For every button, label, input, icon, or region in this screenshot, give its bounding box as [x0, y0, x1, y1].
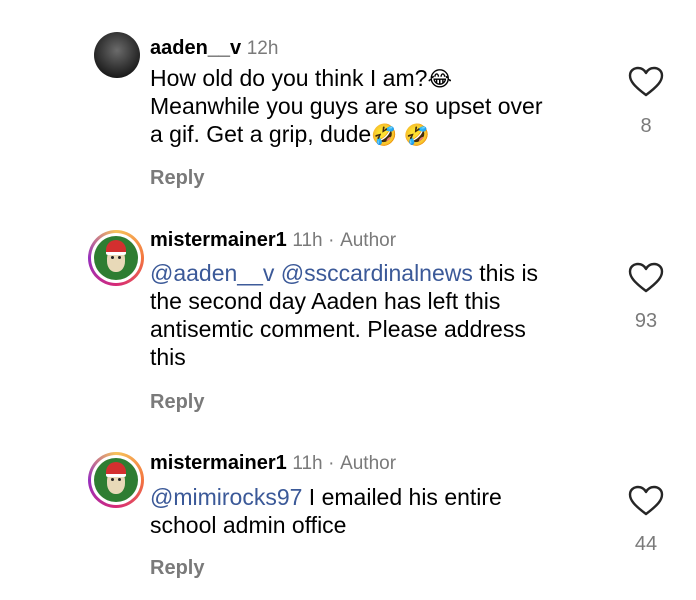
username[interactable]: mistermainer1: [150, 229, 287, 251]
heart-outline-icon: [628, 66, 664, 97]
comment-line: How old do you think I am?: [150, 65, 428, 91]
rofl-emoji-icon: 🤣: [403, 124, 430, 147]
mention-link[interactable]: @ssccardinalnews: [281, 260, 473, 286]
like-count: 93: [634, 310, 658, 332]
avatar[interactable]: [88, 452, 144, 508]
like-button[interactable]: [628, 485, 664, 517]
comment-line: school admin office: [150, 512, 347, 538]
comment-line: I emailed his entire: [302, 484, 502, 510]
rofl-emoji-icon: 🤣: [371, 124, 398, 147]
like-button[interactable]: [628, 262, 664, 294]
avatar[interactable]: [94, 32, 140, 78]
like-button[interactable]: [628, 66, 664, 98]
separator: ·: [328, 453, 335, 474]
username[interactable]: aaden__v: [150, 37, 241, 59]
comment-header: aaden__v 12h: [150, 36, 278, 61]
username[interactable]: mistermainer1: [150, 452, 287, 474]
heart-outline-icon: [628, 262, 664, 293]
comment-line: Meanwhile you guys are so upset over: [150, 93, 543, 119]
timestamp: 12h: [246, 38, 279, 59]
comment-text: @aaden__v @ssccardinalnews this is the s…: [150, 259, 600, 371]
comment-line: the second day Aaden has left this: [150, 288, 501, 314]
reply-button[interactable]: Reply: [150, 556, 204, 580]
comment-line: this: [150, 344, 186, 370]
reply-button[interactable]: Reply: [150, 166, 204, 190]
like-count: 44: [634, 533, 658, 555]
mention-link[interactable]: @mimirocks97: [150, 484, 302, 510]
comment-line: antisemtic comment. Please address: [150, 316, 526, 342]
laughing-emoji-icon: 😂: [427, 68, 452, 91]
reply-button[interactable]: Reply: [150, 390, 204, 414]
avatar[interactable]: [88, 230, 144, 286]
author-label: Author: [340, 453, 397, 474]
comment-text: How old do you think I am?😂 Meanwhile yo…: [150, 64, 600, 148]
comment-line: this is: [472, 260, 539, 286]
heart-outline-icon: [628, 485, 664, 516]
timestamp: 11h: [292, 453, 323, 474]
timestamp: 11h: [292, 230, 323, 251]
avatar-image: [94, 458, 138, 502]
comment-header: mistermainer1 11h · Author: [150, 228, 396, 253]
comment-header: mistermainer1 11h · Author: [150, 451, 396, 476]
comment-line: a gif. Get a grip, dude: [150, 121, 372, 147]
avatar-image: [94, 236, 138, 280]
like-count: 8: [640, 115, 652, 137]
separator: ·: [328, 230, 335, 251]
mention-link[interactable]: @aaden__v: [150, 260, 274, 286]
comment-text: @mimirocks97 I emailed his entire school…: [150, 483, 600, 539]
author-label: Author: [340, 230, 397, 251]
